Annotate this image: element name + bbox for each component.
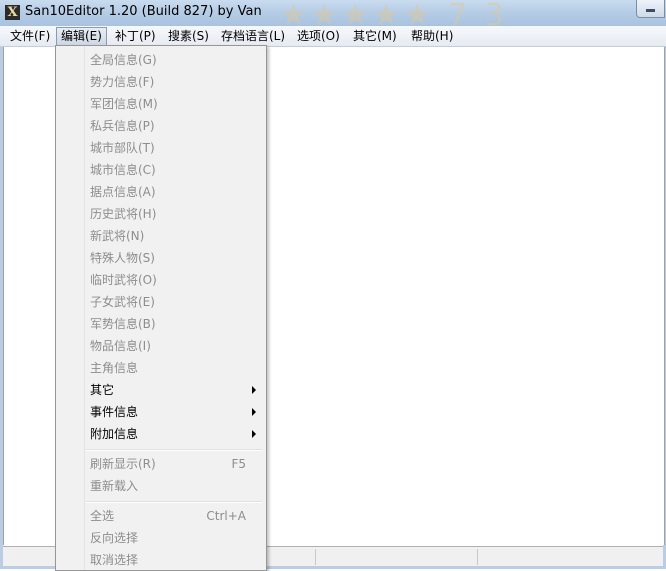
- menu-item-label: 全局信息(G): [90, 53, 157, 67]
- menu-item-historical-officers[interactable]: 历史武将(H): [58, 203, 264, 225]
- menu-item-label: 城市信息(C): [90, 163, 156, 177]
- menu-item-label: 重新载入: [90, 479, 139, 493]
- menu-item-select-all[interactable]: 全选 Ctrl+A: [58, 505, 264, 527]
- menu-item-deselect[interactable]: 取消选择: [58, 549, 264, 571]
- menu-help[interactable]: 帮助(H): [407, 26, 457, 46]
- menu-item-label: 特殊人物(S): [90, 251, 155, 265]
- menu-item-label: 物品信息(I): [90, 339, 151, 353]
- menu-item-corps-info[interactable]: 军团信息(M): [58, 93, 264, 115]
- menu-item-faction-info[interactable]: 势力信息(F): [58, 71, 264, 93]
- menu-item-label: 据点信息(A): [90, 185, 156, 199]
- status-pane-2: [265, 549, 316, 565]
- menu-item-refresh[interactable]: 刷新显示(R) F5: [58, 453, 264, 475]
- menu-item-shortcut: Ctrl+A: [206, 509, 246, 523]
- minimize-button[interactable]: [636, 0, 665, 18]
- menu-item-special-persons[interactable]: 特殊人物(S): [58, 247, 264, 269]
- menu-item-label: 子女武将(E): [90, 295, 155, 309]
- menu-item-army-info[interactable]: 军势信息(B): [58, 313, 264, 335]
- menu-item-reload[interactable]: 重新载入: [58, 475, 264, 497]
- menu-item-label: 临时武将(O): [90, 273, 157, 287]
- edit-menu-dropdown: 全局信息(G) 势力信息(F) 军团信息(M) 私兵信息(P) 城市部队(T) …: [55, 45, 267, 571]
- menu-item-label: 私兵信息(P): [90, 119, 155, 133]
- menu-item-private-troops-info[interactable]: 私兵信息(P): [58, 115, 264, 137]
- menu-item-item-info[interactable]: 物品信息(I): [58, 335, 264, 357]
- menu-item-label: 新武将(N): [90, 229, 145, 243]
- menu-item-protagonist-info[interactable]: 主角信息: [58, 357, 264, 379]
- menu-item-label: 势力信息(F): [90, 75, 155, 89]
- menu-item-temporary-officers[interactable]: 临时武将(O): [58, 269, 264, 291]
- menu-search[interactable]: 搜素(S): [164, 26, 213, 46]
- title-bar-decoration: ★★★★★ 7 3: [280, 0, 508, 26]
- menu-file[interactable]: 文件(F): [6, 26, 54, 46]
- menu-bar: 文件(F) 编辑(E) 补丁(P) 搜素(S) 存档语言(L) 选项(O) 其它…: [0, 26, 666, 47]
- menu-item-label: 城市部队(T): [90, 141, 155, 155]
- menu-item-label: 附加信息: [90, 427, 139, 441]
- menu-item-event-info-submenu[interactable]: 事件信息: [58, 401, 264, 423]
- menu-item-shortcut: F5: [231, 457, 246, 471]
- menu-separator: [86, 501, 262, 503]
- submenu-arrow-icon: [252, 430, 256, 438]
- menu-item-label: 事件信息: [90, 405, 139, 419]
- menu-item-global-info[interactable]: 全局信息(G): [58, 49, 264, 71]
- menu-item-invert-selection[interactable]: 反向选择: [58, 527, 264, 549]
- menu-item-stronghold-info[interactable]: 据点信息(A): [58, 181, 264, 203]
- menu-patch[interactable]: 补丁(P): [111, 26, 160, 46]
- menu-item-label: 历史武将(H): [90, 207, 157, 221]
- menu-item-label: 刷新显示(R): [90, 457, 156, 471]
- menu-item-label: 军团信息(M): [90, 97, 158, 111]
- menu-item-label: 其它: [90, 383, 115, 397]
- menu-item-label: 取消选择: [90, 553, 139, 567]
- menu-item-city-info[interactable]: 城市信息(C): [58, 159, 264, 181]
- app-icon[interactable]: X: [5, 5, 20, 20]
- menu-save-language[interactable]: 存档语言(L): [217, 26, 289, 46]
- menu-item-new-officers[interactable]: 新武将(N): [58, 225, 264, 247]
- menu-other[interactable]: 其它(M): [349, 26, 401, 46]
- menu-separator: [86, 449, 262, 451]
- menu-item-extra-info-submenu[interactable]: 附加信息: [58, 423, 264, 445]
- menu-item-children-officers[interactable]: 子女武将(E): [58, 291, 264, 313]
- status-pane-3: [317, 549, 478, 565]
- minimize-icon: [646, 9, 655, 12]
- menu-item-city-troops[interactable]: 城市部队(T): [58, 137, 264, 159]
- menu-item-label: 主角信息: [90, 361, 139, 375]
- submenu-arrow-icon: [252, 386, 256, 394]
- submenu-arrow-icon: [252, 408, 256, 416]
- menu-item-label: 全选: [90, 509, 115, 523]
- window-title: San10Editor 1.20 (Build 827) by Van: [25, 4, 262, 19]
- menu-item-label: 反向选择: [90, 531, 139, 545]
- menu-edit[interactable]: 编辑(E): [56, 27, 107, 46]
- menu-options[interactable]: 选项(O): [293, 26, 344, 46]
- menu-item-label: 军势信息(B): [90, 317, 156, 331]
- menu-item-other-submenu[interactable]: 其它: [58, 379, 264, 401]
- title-bar[interactable]: ★★★★★ 7 3 X San10Editor 1.20 (Build 827)…: [0, 0, 666, 26]
